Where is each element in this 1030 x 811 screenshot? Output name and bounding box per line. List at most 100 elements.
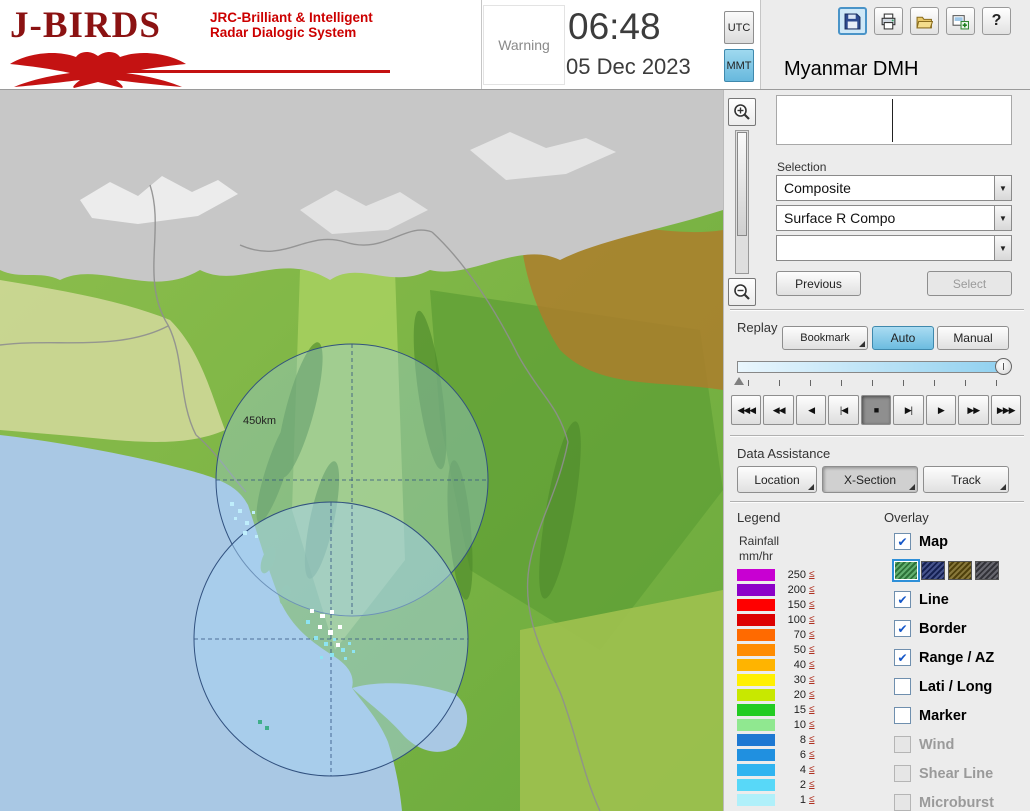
header-toolbar: ? — [838, 7, 1011, 35]
playback-jump-to-start-button[interactable]: ◀◀◀ — [731, 395, 762, 425]
print-button[interactable] — [874, 7, 903, 35]
checkbox[interactable]: ✔ — [894, 591, 911, 608]
app-subtitle-line2: Radar Dialogic System — [210, 25, 357, 40]
playback-step-back-button[interactable]: |◀ — [828, 395, 859, 425]
legend-value: 6 — [799, 748, 806, 761]
checkbox[interactable]: ✔ — [894, 620, 911, 637]
overlay-item-map[interactable]: ✔ Map — [882, 527, 1030, 556]
chevron-down-icon[interactable]: ▼ — [994, 176, 1011, 200]
header: J-BIRDS JRC-Brilliant & Intelligent Rada… — [0, 0, 1030, 90]
legend-color-bar — [737, 733, 775, 746]
legend-value: 30 — [793, 673, 806, 686]
legend-row: 150 ≤ — [737, 597, 815, 612]
mmt-button[interactable]: MMT — [724, 49, 754, 82]
track-button[interactable]: Track — [923, 466, 1009, 493]
playback-stop-button[interactable]: ■ — [860, 395, 892, 425]
legend-rows: 250 ≤200 ≤150 ≤100 ≤70 ≤50 ≤40 ≤30 ≤20 ≤15 ≤10 ≤8 ≤6… — [737, 567, 815, 807]
legend-le-symbol: ≤ — [809, 569, 815, 580]
overlay-item-lati-long[interactable]: Lati / Long — [882, 672, 1030, 701]
radar-map-display[interactable]: 450km — [0, 90, 723, 811]
legend-color-bar — [737, 568, 775, 581]
open-folder-button[interactable] — [910, 7, 939, 35]
folder-icon — [916, 16, 933, 28]
header-divider-2 — [760, 0, 761, 89]
checkbox[interactable]: ✔ — [894, 649, 911, 666]
legend-row: 2 ≤ — [737, 777, 815, 792]
zoom-in-button[interactable] — [728, 98, 756, 126]
manual-button[interactable]: Manual — [937, 326, 1009, 350]
legend-le-symbol: ≤ — [809, 764, 815, 775]
legend-subtitle-unit: mm/hr — [739, 549, 773, 563]
legend-color-bar — [737, 613, 775, 626]
map-swatch-2[interactable] — [948, 561, 972, 580]
legend-value: 8 — [799, 733, 806, 746]
warning-label: Warning — [498, 37, 550, 53]
playback-play-button[interactable]: ▶ — [925, 395, 957, 425]
playback-jump-to-end-button[interactable]: ▶▶▶ — [990, 395, 1021, 425]
playback-fast-forward-button[interactable]: ▶▶ — [958, 395, 989, 425]
replay-timeline-slider[interactable] — [737, 358, 1012, 375]
overlay-item-shear-line: Shear Line — [882, 759, 1030, 788]
map-swatch-0[interactable] — [892, 559, 920, 582]
checkbox[interactable]: ✔ — [894, 533, 911, 550]
select-button[interactable]: Select — [927, 271, 1012, 296]
legend-row: 100 ≤ — [737, 612, 815, 627]
legend-row: 40 ≤ — [737, 657, 815, 672]
legend-row: 1 ≤ — [737, 792, 815, 807]
utc-button[interactable]: UTC — [724, 11, 754, 44]
app-title: J-BIRDS — [10, 5, 161, 46]
legend-value: 2 — [799, 778, 806, 791]
overlay-item-line[interactable]: ✔ Line — [882, 585, 1030, 614]
selection-dropdown-extra[interactable]: ▼ — [776, 235, 1012, 261]
map-swatch-1[interactable] — [921, 561, 945, 580]
overlay-label: Shear Line — [919, 765, 994, 782]
playback-play-reverse-button[interactable]: ◀ — [795, 395, 827, 425]
zoom-slider[interactable] — [735, 130, 749, 274]
bookmark-button[interactable]: Bookmark — [782, 326, 868, 350]
dropdown-value — [777, 236, 994, 260]
app-subtitle: JRC-Brilliant & Intelligent Radar Dialog… — [210, 10, 373, 40]
map-color-swatches — [882, 556, 1030, 585]
save-button[interactable] — [838, 7, 867, 35]
legend-color-bar — [737, 793, 775, 806]
overlay-item-wind: Wind — [882, 730, 1030, 759]
legend-color-bar — [737, 703, 775, 716]
overlay-label: Map — [919, 533, 948, 550]
legend-color-bar — [737, 643, 775, 656]
dropdown-value: Composite — [784, 180, 851, 196]
clock-date: 05 Dec 2023 — [566, 54, 691, 79]
auto-button[interactable]: Auto — [872, 326, 934, 350]
divider — [730, 501, 1024, 503]
chevron-down-icon[interactable]: ▼ — [994, 206, 1011, 230]
selection-dropdown-composite[interactable]: Composite ▼ — [776, 175, 1012, 201]
checkbox[interactable] — [894, 707, 911, 724]
location-button[interactable]: Location — [737, 466, 817, 493]
legend-le-symbol: ≤ — [809, 599, 815, 610]
legend-row: 15 ≤ — [737, 702, 815, 717]
image-plus-icon — [952, 14, 969, 29]
map-swatch-3[interactable] — [975, 561, 999, 580]
clock-time: 06:48 — [568, 6, 661, 47]
legend-color-bar — [737, 763, 775, 776]
zoom-slider-thumb[interactable] — [737, 132, 747, 236]
product-list-box[interactable] — [776, 95, 1012, 145]
text-cursor — [892, 99, 893, 142]
legend-row: 6 ≤ — [737, 747, 815, 762]
help-button[interactable]: ? — [982, 7, 1011, 35]
overlay-item-border[interactable]: ✔ Border — [882, 614, 1030, 643]
overlay-item-range-az[interactable]: ✔ Range / AZ — [882, 643, 1030, 672]
playback-fast-rewind-button[interactable]: ◀◀ — [763, 395, 794, 425]
checkbox[interactable] — [894, 678, 911, 695]
legend-le-symbol: ≤ — [809, 674, 815, 685]
playback-step-forward-button[interactable]: ▶| — [893, 395, 924, 425]
x-section-button[interactable]: X-Section — [822, 466, 918, 493]
timeline-handle[interactable] — [995, 358, 1012, 375]
selection-dropdown-product[interactable]: Surface R Compo ▼ — [776, 205, 1012, 231]
chevron-down-icon[interactable]: ▼ — [994, 236, 1011, 260]
previous-button[interactable]: Previous — [776, 271, 861, 296]
export-button[interactable] — [946, 7, 975, 35]
timeline-ticks — [748, 380, 1000, 386]
checkbox — [894, 794, 911, 811]
overlay-item-marker[interactable]: Marker — [882, 701, 1030, 730]
zoom-out-button[interactable] — [728, 278, 756, 306]
